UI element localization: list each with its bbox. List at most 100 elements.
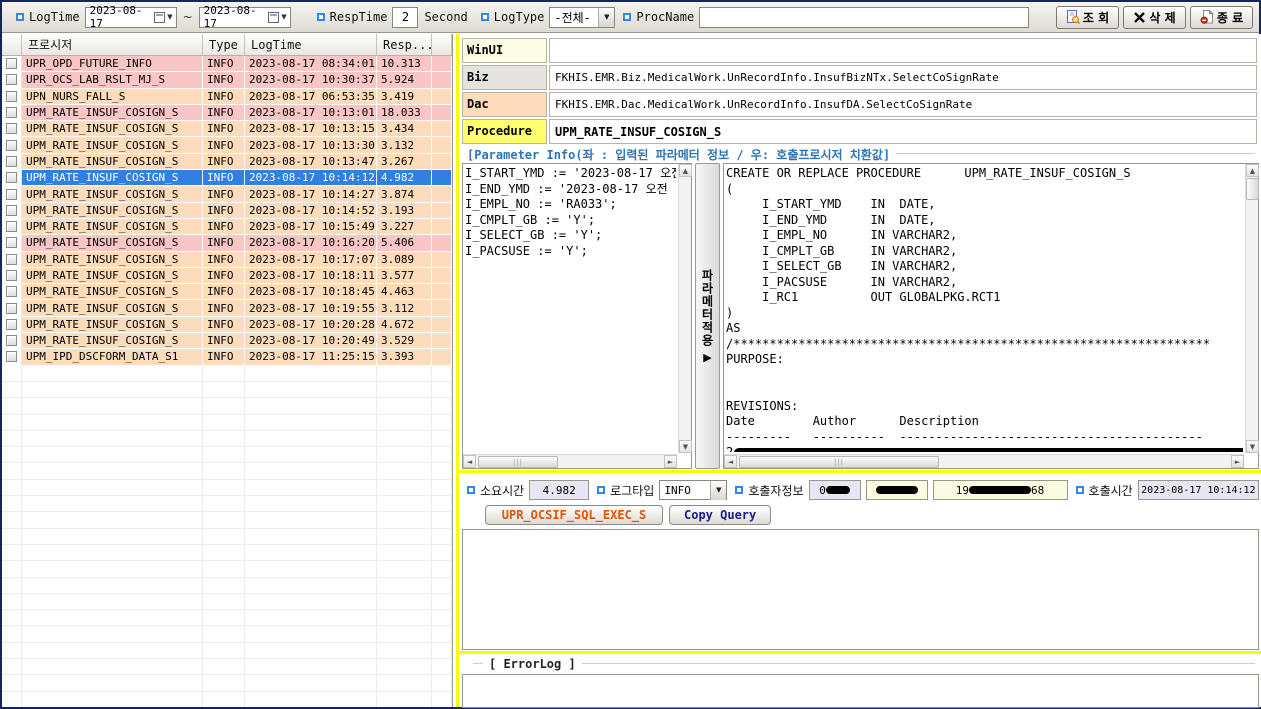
row-checkbox[interactable] — [6, 319, 17, 330]
row-checkbox[interactable] — [6, 172, 17, 183]
row-checkbox[interactable] — [6, 156, 17, 167]
table-row[interactable]: UPM_RATE_INSUF_COSIGN_SINFO2023-08-17 10… — [2, 105, 452, 121]
date-to-input[interactable]: 2023-08-17 ▼ — [199, 7, 291, 28]
errorlog-textarea[interactable] — [462, 674, 1259, 708]
row-checkbox[interactable] — [6, 237, 17, 248]
table-row[interactable]: UPM_RATE_INSUF_COSIGN_SINFO2023-08-17 10… — [2, 186, 452, 202]
scrollbar-thumb[interactable] — [1246, 178, 1259, 200]
delete-button[interactable]: 삭 제 — [1123, 6, 1186, 29]
row-checkbox[interactable] — [6, 58, 17, 69]
empty-table-row — [2, 398, 452, 414]
table-row[interactable]: UPM_RATE_INSUF_COSIGN_SINFO2023-08-17 10… — [2, 235, 452, 251]
search-button[interactable]: 조 회 — [1056, 6, 1119, 29]
scrollbar-thumb[interactable]: ||| — [478, 456, 558, 468]
row-checkbox[interactable] — [6, 123, 17, 134]
scroll-right-icon[interactable]: ► — [1231, 455, 1244, 468]
query-textarea[interactable] — [462, 529, 1259, 650]
header-resp[interactable]: Resp... — [377, 34, 432, 55]
scroll-right-icon[interactable]: ► — [664, 455, 677, 468]
logtype-select[interactable]: -전체- ▼ — [549, 7, 615, 28]
row-checkbox[interactable] — [6, 205, 17, 216]
redaction-box — [734, 448, 1243, 453]
row-checkbox[interactable] — [6, 140, 17, 151]
row-checkbox[interactable] — [6, 286, 17, 297]
calendar-icon[interactable]: ▼ — [154, 12, 173, 23]
detail-field-value[interactable] — [549, 38, 1257, 63]
parameter-input-pane[interactable]: I_START_YMD := '2023-08-17 오전 12 I_END_Y… — [462, 163, 692, 469]
row-checkbox[interactable] — [6, 74, 17, 85]
exec-procedure-button[interactable]: UPR_OCSIF_SQL_EXEC_S — [485, 505, 663, 525]
empty-table-row — [2, 659, 452, 675]
logtype-field-label: 로그타입 — [610, 482, 654, 499]
row-checkbox[interactable] — [6, 189, 17, 200]
calendar-icon[interactable]: ▼ — [268, 12, 287, 23]
procedure-source-text[interactable]: CREATE OR REPLACE PROCEDURE UPM_RATE_INS… — [726, 166, 1243, 452]
table-row[interactable]: UPN_NURS_FALL_SINFO2023-08-17 06:53:353.… — [2, 89, 452, 105]
detail-field-value[interactable]: FKHIS.EMR.Dac.MedicalWork.UnRecordInfo.I… — [549, 92, 1257, 117]
table-row[interactable]: UPM_RATE_INSUF_COSIGN_SINFO2023-08-17 10… — [2, 284, 452, 300]
chevron-down-icon[interactable]: ▼ — [598, 8, 614, 27]
table-row[interactable]: UPM_RATE_INSUF_COSIGN_SINFO2023-08-17 10… — [2, 252, 452, 268]
detail-field-value[interactable]: UPM_RATE_INSUF_COSIGN_S — [549, 119, 1257, 144]
row-checkbox[interactable] — [6, 270, 17, 281]
exit-button[interactable]: 종 료 — [1190, 6, 1253, 29]
table-row[interactable]: UPM_RATE_INSUF_COSIGN_SINFO2023-08-17 10… — [2, 333, 452, 349]
vertical-scrollbar[interactable]: ▲ ▼ — [678, 164, 691, 453]
header-type[interactable]: Type — [203, 34, 245, 55]
detail-field-label: Dac — [462, 92, 547, 117]
scroll-up-icon[interactable]: ▲ — [1246, 164, 1259, 177]
horizontal-scrollbar[interactable]: ◄ ||| ► — [463, 454, 677, 468]
row-checkbox[interactable] — [6, 254, 17, 265]
parameter-input-text[interactable]: I_START_YMD := '2023-08-17 오전 12 I_END_Y… — [465, 166, 676, 452]
detail-field-value[interactable]: FKHIS.EMR.Biz.MedicalWork.UnRecordInfo.I… — [549, 65, 1257, 90]
table-row[interactable]: UPM_RATE_INSUF_COSIGN_SINFO2023-08-17 10… — [2, 137, 452, 153]
table-row[interactable]: UPM_RATE_INSUF_COSIGN_SINFO2023-08-17 10… — [2, 300, 452, 316]
horizontal-scrollbar[interactable]: ◄ ||| ► — [724, 454, 1244, 468]
logtype-field-select[interactable]: INFO ▼ — [659, 480, 727, 500]
table-row[interactable]: UPM_RATE_INSUF_COSIGN_SINFO2023-08-17 10… — [2, 203, 452, 219]
table-row[interactable]: UPM_RATE_INSUF_COSIGN_SINFO2023-08-17 10… — [2, 219, 452, 235]
vertical-scrollbar[interactable]: ▲ ▼ — [1245, 164, 1258, 453]
scroll-down-icon[interactable]: ▼ — [1246, 440, 1259, 453]
table-row[interactable]: UPR_OCS_LAB_RSLT_MJ_SINFO2023-08-17 10:3… — [2, 72, 452, 88]
scrollbar-thumb[interactable]: ||| — [739, 456, 939, 468]
exit-doc-icon — [1200, 10, 1214, 24]
empty-table-row — [2, 496, 452, 512]
query-buttons: UPR_OCSIF_SQL_EXEC_S Copy Query — [485, 505, 771, 526]
row-checkbox[interactable] — [6, 335, 17, 346]
date-from-input[interactable]: 2023-08-17 ▼ — [85, 7, 177, 28]
table-row[interactable]: UPM_RATE_INSUF_COSIGN_SINFO2023-08-17 10… — [2, 317, 452, 333]
empty-table-row — [2, 610, 452, 626]
resptime-input[interactable]: 2 — [392, 7, 418, 28]
table-row[interactable]: UPM_RATE_INSUF_COSIGN_SINFO2023-08-17 10… — [2, 121, 452, 137]
scroll-down-icon[interactable]: ▼ — [679, 440, 692, 453]
logtype-field-value: INFO — [660, 484, 710, 497]
header-logtime[interactable]: LogTime — [245, 34, 377, 55]
scroll-left-icon[interactable]: ◄ — [724, 455, 737, 468]
apply-parameter-button[interactable]: 파라메터적용 ▶ — [695, 163, 720, 469]
row-checkbox[interactable] — [6, 91, 17, 102]
table-row[interactable]: UPM_RATE_INSUF_COSIGN_SINFO2023-08-17 10… — [2, 170, 452, 186]
table-row[interactable]: UPR_OPD_FUTURE_INFOINFO2023-08-17 08:34:… — [2, 56, 452, 72]
table-row[interactable]: UPM_IPD_DSCFORM_DATA_S1INFO2023-08-17 11… — [2, 349, 452, 365]
copy-query-button[interactable]: Copy Query — [669, 505, 771, 525]
divider — [896, 153, 1255, 155]
header-procedure[interactable]: 프로시저 — [22, 34, 203, 55]
scroll-left-icon[interactable]: ◄ — [463, 455, 476, 468]
row-checkbox[interactable] — [6, 351, 17, 362]
chevron-down-icon[interactable]: ▼ — [710, 481, 726, 500]
procname-label: ProcName — [636, 10, 694, 24]
procname-input[interactable] — [699, 7, 1029, 28]
procedure-source-pane[interactable]: CREATE OR REPLACE PROCEDURE UPM_RATE_INS… — [723, 163, 1259, 469]
field-marker-icon — [467, 486, 475, 494]
app-window: LogTime 2023-08-17 ▼ ~ 2023-08-17 ▼ Resp… — [0, 0, 1261, 709]
table-row[interactable]: UPM_RATE_INSUF_COSIGN_SINFO2023-08-17 10… — [2, 154, 452, 170]
empty-table-row — [2, 512, 452, 528]
row-checkbox[interactable] — [6, 221, 17, 232]
row-checkbox[interactable] — [6, 107, 17, 118]
table-row[interactable]: UPM_RATE_INSUF_COSIGN_SINFO2023-08-17 10… — [2, 268, 452, 284]
parameter-info-title: [Parameter Info(좌 : 입력된 파라메터 정보 / 우: 호출프… — [467, 146, 890, 163]
scroll-up-icon[interactable]: ▲ — [679, 164, 692, 177]
log-table: 프로시저 Type LogTime Resp... UPR_OPD_FUTURE… — [2, 34, 453, 707]
row-checkbox[interactable] — [6, 303, 17, 314]
